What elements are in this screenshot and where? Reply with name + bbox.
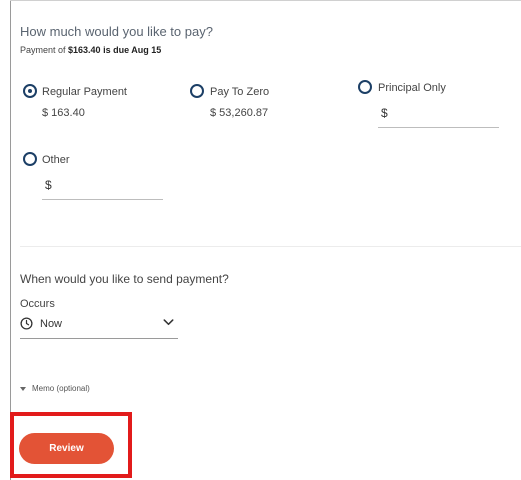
memo-label: Memo (optional): [32, 384, 90, 393]
payment-date-question: When would you like to send payment?: [20, 272, 229, 286]
clock-icon: [20, 317, 33, 330]
option-label-principal-only: Principal Only: [378, 82, 446, 94]
principal-only-amount-input[interactable]: [392, 104, 492, 124]
payment-amount-question: How much would you like to pay?: [20, 24, 213, 39]
radio-principal-only[interactable]: [358, 80, 372, 94]
frame-top-border: [10, 0, 521, 1]
occurs-value: Now: [40, 318, 63, 330]
currency-symbol: $: [45, 178, 52, 192]
currency-symbol: $: [381, 106, 388, 120]
radio-other[interactable]: [23, 152, 37, 166]
occurs-dropdown[interactable]: Now: [20, 315, 178, 339]
principal-only-amount-field[interactable]: $: [378, 102, 499, 128]
memo-toggle[interactable]: Memo (optional): [20, 384, 90, 393]
payment-due-text: Payment of $163.40 is due Aug 15: [20, 45, 162, 55]
option-label-pay-to-zero: Pay To Zero: [210, 86, 270, 98]
frame-left-border: [10, 0, 11, 480]
other-amount-input[interactable]: [56, 176, 156, 196]
due-amount: $163.40 is due Aug 15: [68, 45, 162, 55]
option-label-regular-payment: Regular Payment: [42, 86, 127, 98]
radio-pay-to-zero[interactable]: [190, 84, 204, 98]
option-amount-pay-to-zero: $ 53,260.87: [210, 107, 269, 119]
other-amount-field[interactable]: $: [42, 174, 163, 200]
caret-down-icon: [20, 386, 26, 391]
radio-regular-payment[interactable]: [23, 84, 37, 98]
chevron-down-icon[interactable]: [163, 319, 174, 326]
occurs-label: Occurs: [20, 298, 55, 310]
option-amount-regular-payment: $ 163.40: [42, 107, 85, 119]
option-label-other: Other: [42, 154, 70, 166]
review-button[interactable]: Review: [19, 433, 114, 464]
section-divider: [20, 246, 521, 247]
